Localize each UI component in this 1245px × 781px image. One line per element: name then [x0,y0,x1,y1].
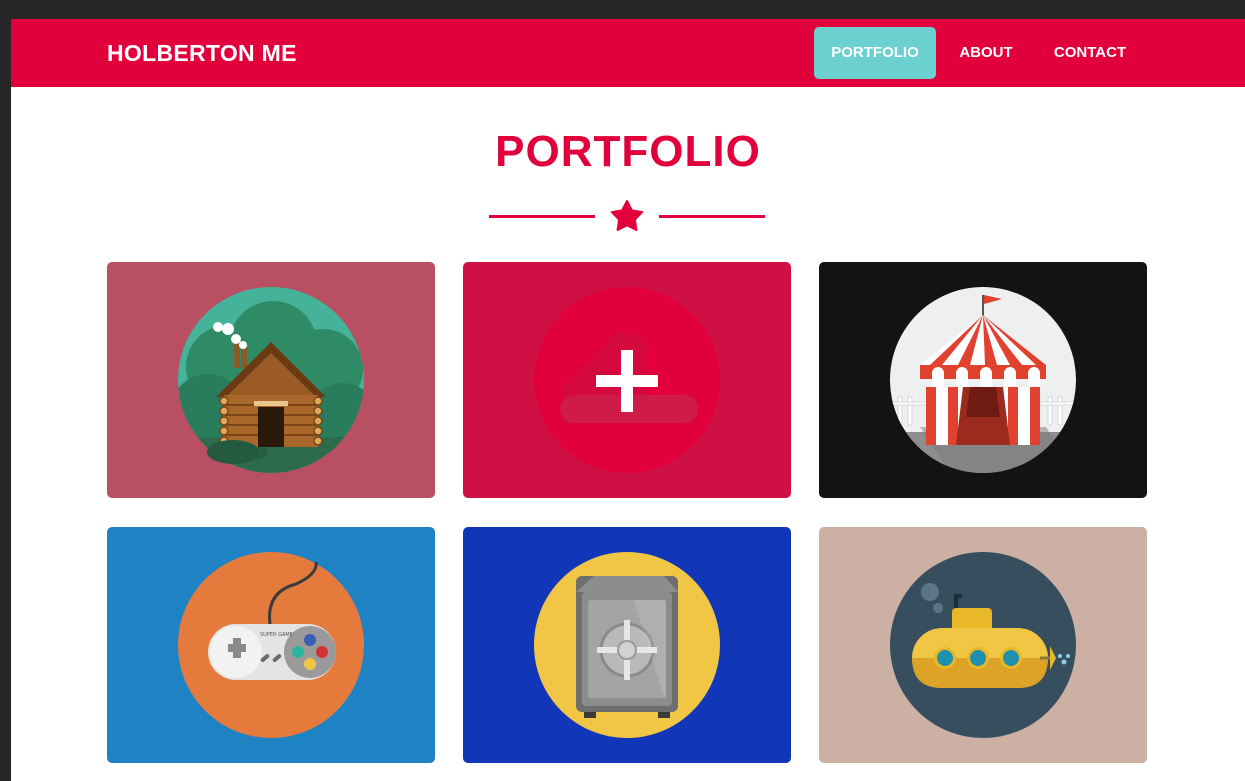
portfolio-item-safe[interactable] [463,527,791,763]
circus-tent-icon [890,287,1076,473]
star-icon [610,200,644,231]
log-cabin-icon [178,287,364,473]
page: HOLBERTON ME PORTFOLIO ABOUT CONTACT POR… [11,19,1245,781]
portfolio-item-hovered[interactable] [463,262,791,498]
nav-link-portfolio[interactable]: PORTFOLIO [814,27,936,79]
submarine-icon [890,552,1076,738]
portfolio-item-controller[interactable]: SUPER GAME [107,527,435,763]
safe-icon [534,552,720,738]
nav-link-about[interactable]: ABOUT [946,27,1026,79]
brand-logo[interactable]: HOLBERTON ME [107,19,297,87]
plus-icon [534,287,720,473]
nav-link-contact[interactable]: CONTACT [1037,27,1143,79]
portfolio-item-cabin[interactable] [107,262,435,498]
section-title: PORTFOLIO [495,127,761,176]
portfolio-item-submarine[interactable] [819,527,1147,763]
window-frame [0,0,1245,19]
portfolio-item-circus[interactable] [819,262,1147,498]
svg-text:SUPER GAME: SUPER GAME [260,632,293,638]
navbar: HOLBERTON ME PORTFOLIO ABOUT CONTACT [11,19,1245,87]
game-controller-icon: SUPER GAME [178,552,364,738]
title-divider [489,200,765,231]
